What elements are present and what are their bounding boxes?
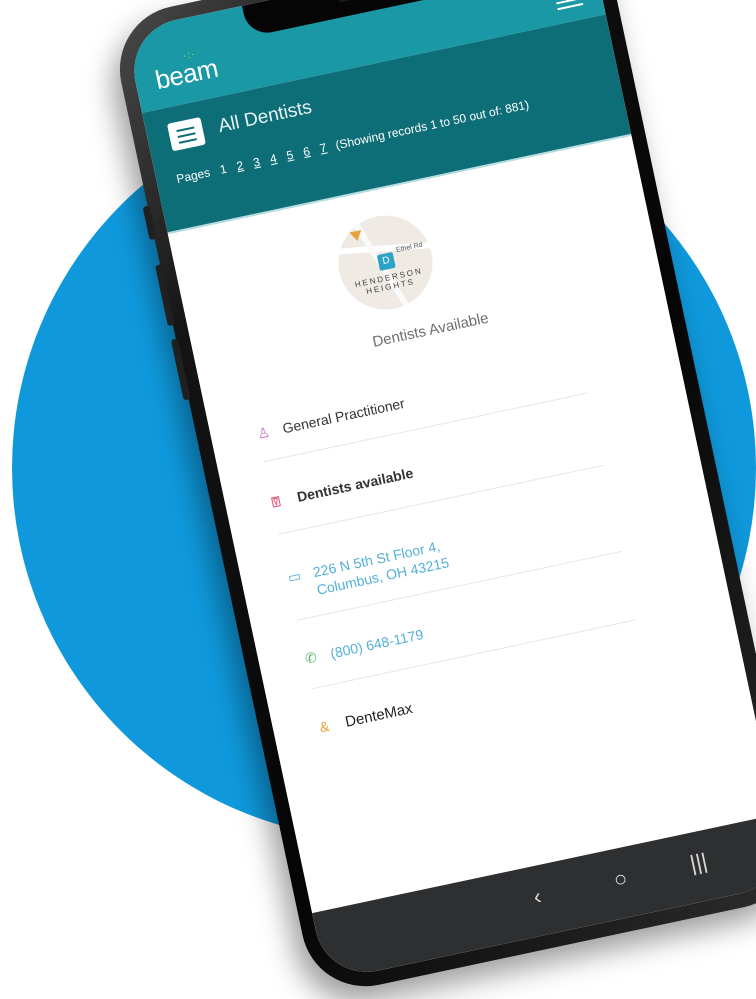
specialty-label: General Practitioner [280,394,407,437]
network-label: DenteMax [343,699,415,731]
map-pin: D [376,251,396,271]
page-link-3[interactable]: 3 [252,154,262,171]
network-row: & DenteMax [318,651,644,736]
speaker [338,0,391,3]
home-button[interactable]: ○ [611,865,629,893]
page-link-5[interactable]: 5 [285,147,295,164]
map-marker-icon [349,229,364,243]
address-text[interactable]: 226 N 5th St Floor 4, Columbus, OH 43215 [311,536,451,599]
tooth-icon: ⍔ [270,492,282,511]
address-row[interactable]: ▭ 226 N 5th St Floor 4, Columbus, OH 432… [286,500,616,604]
recents-button[interactable]: ||| [688,848,710,877]
page-current: 1 [218,161,229,177]
phone-icon: ✆ [303,648,319,667]
back-button[interactable]: ‹ [531,883,544,910]
availability-row: ⍔ Dentists available [270,426,596,511]
page-title: All Dentists [216,96,314,138]
network-icon: & [318,717,331,736]
map-icon: ▭ [286,567,303,586]
person-icon: ♙ [255,423,272,442]
pages-label: Pages [175,165,212,187]
hamburger-icon[interactable] [555,0,584,11]
page-link-6[interactable]: 6 [302,143,312,160]
records-info: (Showing records 1 to 50 out of: 881) [334,97,531,153]
page-link-7[interactable]: 7 [318,140,328,157]
location-map[interactable]: Ethel Rd D HENDERSON HEIGHTS [329,206,442,319]
page-link-4[interactable]: 4 [268,150,278,167]
phone-screen: beam ·:· All Dentists Pages 1 2 3 4 5 6 … [124,0,756,982]
availability-heading: Dentists Available [371,309,491,351]
specialty-row: ♙ General Practitioner [256,358,582,443]
list-menu-icon[interactable] [166,116,206,152]
map-area-name: HENDERSON HEIGHTS [353,266,424,297]
availability-label: Dentists available [295,464,415,505]
page-link-2[interactable]: 2 [235,157,245,174]
phone-link[interactable]: (800) 648-1179 [329,626,425,661]
